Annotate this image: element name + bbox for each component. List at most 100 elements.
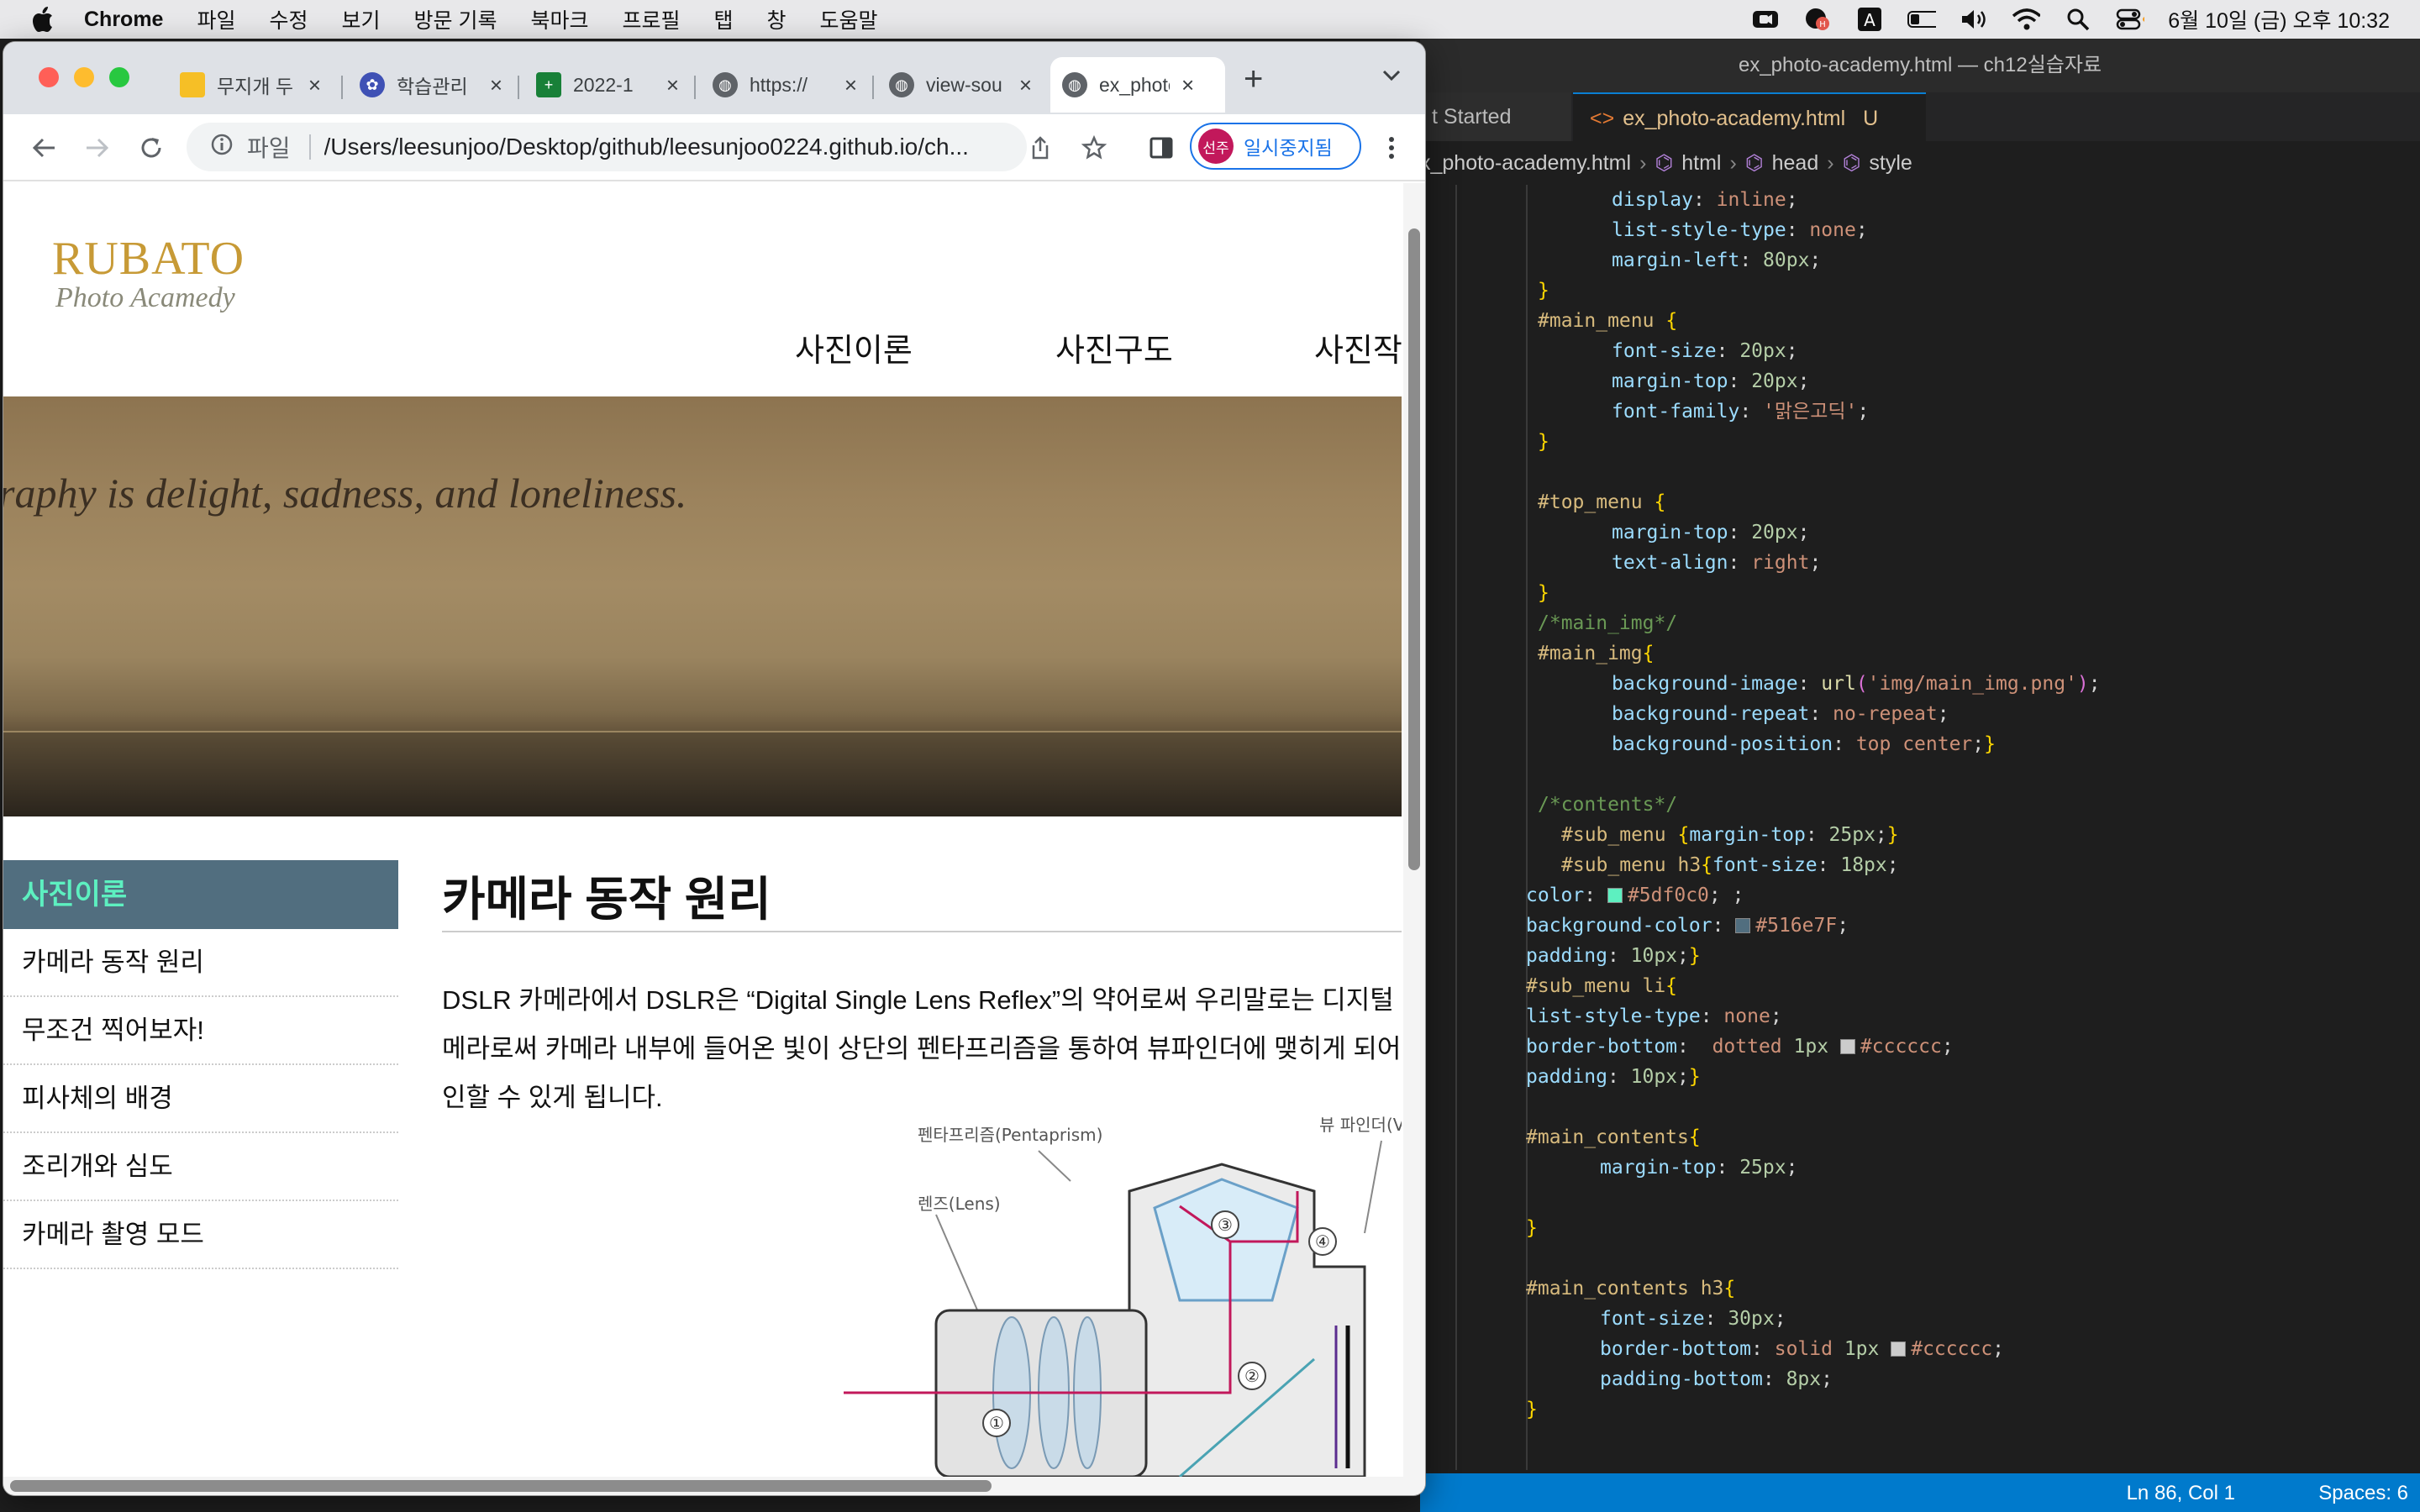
label-viewfinder: 뷰 파인더(V <box>1319 1116 1402 1135</box>
code-line: padding: 10px;} <box>1526 945 1701 967</box>
input-source-icon[interactable]: A <box>1855 8 1884 31</box>
close-icon[interactable]: × <box>844 72 857 98</box>
paragraph-line: 메라로써 카메라 내부에 들어온 빛이 상단의 펜타프리즘을 통하여 뷰파인더에… <box>442 1034 1402 1063</box>
sub-menu-item[interactable]: 조리개와 심도 <box>3 1133 398 1201</box>
tab-4[interactable]: ◍ https:// × <box>701 57 869 113</box>
profile-paused-button[interactable]: 선주 일시중지됨 <box>1190 123 1361 170</box>
app-name[interactable]: Chrome <box>84 8 163 32</box>
color-swatch[interactable] <box>1839 1039 1855 1054</box>
tab-label: t Started <box>1432 105 1512 129</box>
wifi-icon[interactable] <box>2012 8 2041 31</box>
breadcrumb-html[interactable]: html <box>1681 151 1721 176</box>
new-tab-button[interactable]: + <box>1244 60 1263 98</box>
code-editor[interactable]: display: inline; list-style-type: none; … <box>1420 185 2420 1512</box>
top-menu-composition[interactable]: 사진구도 <box>1055 324 1173 370</box>
more-menu-icon[interactable] <box>1375 131 1408 165</box>
battery-icon[interactable] <box>1907 8 1937 31</box>
site-logo-title[interactable]: RUBATO <box>52 232 245 286</box>
spotlight-icon[interactable] <box>2064 8 2092 31</box>
code-line: margin-left: 80px; <box>1612 249 1822 271</box>
minimize-window-button[interactable] <box>74 67 94 87</box>
sub-menu-item[interactable]: 무조건 찍어보자! <box>3 997 398 1065</box>
label-pentaprism: 펜타프리즘(Pentaprism) <box>918 1125 1102 1145</box>
side-panel-icon[interactable] <box>1144 131 1178 165</box>
site-logo-subtitle[interactable]: Photo Acamedy <box>55 282 235 314</box>
menu-help[interactable]: 도움말 <box>820 4 878 34</box>
vscode-tab-get-started[interactable]: t Started <box>1420 92 1571 141</box>
tab-1[interactable]: 무지개 두 × <box>168 57 333 113</box>
breadcrumb-style[interactable]: style <box>1869 151 1912 176</box>
top-menu-theory[interactable]: 사진이론 <box>795 324 913 370</box>
clock[interactable]: 6월 10일 (금) 오후 10:32 <box>2168 4 2390 34</box>
code-line: background-color: #516e7F; <box>1526 915 1849 937</box>
menu-view[interactable]: 보기 <box>342 4 381 34</box>
vertical-scroll-thumb[interactable] <box>1408 228 1420 870</box>
tab-5[interactable]: ◍ view-sou × <box>877 57 1044 113</box>
address-bar[interactable]: 파일 /Users/leesunjoo/Desktop/github/leesu… <box>187 123 1027 171</box>
sub-menu-item[interactable]: 피사체의 배경 <box>3 1065 398 1133</box>
forward-arrow-icon[interactable] <box>81 131 114 165</box>
menu-history[interactable]: 방문 기록 <box>414 4 497 34</box>
close-window-button[interactable] <box>39 67 59 87</box>
hero-tagline: raphy is delight, sadness, and lonelines… <box>3 470 687 517</box>
globe-icon: ◍ <box>713 72 738 97</box>
menu-bookmarks[interactable]: 북마크 <box>530 4 588 34</box>
top-menu-works[interactable]: 사진작 <box>1314 324 1402 370</box>
color-swatch[interactable] <box>1891 1341 1907 1357</box>
bookmark-star-icon[interactable] <box>1077 131 1111 165</box>
code-line: /*main_img*/ <box>1538 612 1678 634</box>
marker-3-label: ③ <box>1218 1215 1233 1235</box>
code-line: display: inline; <box>1612 189 1798 211</box>
indentation[interactable]: Spaces: 6 <box>2318 1482 2408 1505</box>
color-swatch[interactable] <box>1607 888 1623 903</box>
close-icon[interactable]: × <box>490 72 502 98</box>
code-line: #main_contents{ <box>1526 1126 1701 1148</box>
notification-icon[interactable]: H <box>1803 8 1832 31</box>
video-icon[interactable] <box>1751 8 1780 31</box>
code-line: #sub_menu {margin-top: 25px;} <box>1561 824 1899 846</box>
tab-label: ex_photo-academy.html <box>1623 107 1846 130</box>
close-icon[interactable]: × <box>308 72 321 98</box>
back-arrow-icon[interactable] <box>27 131 60 165</box>
menu-profiles[interactable]: 프로필 <box>622 4 680 34</box>
symbol-icon: ⌬ <box>1744 151 1764 175</box>
control-center-icon[interactable] <box>2116 8 2145 31</box>
apple-logo-icon[interactable] <box>30 6 54 33</box>
tab-active[interactable]: ◍ ex_photo × <box>1050 57 1225 113</box>
volume-icon[interactable] <box>1960 8 1988 31</box>
close-icon[interactable]: × <box>1181 72 1194 98</box>
label-lens: 렌즈(Lens) <box>918 1194 1001 1214</box>
code-line: #sub_menu h3{font-size: 18px; <box>1561 854 1899 876</box>
sub-menu-item[interactable]: 카메라 촬영 모드 <box>3 1201 398 1269</box>
close-icon[interactable]: × <box>1019 72 1032 98</box>
share-icon[interactable] <box>1023 131 1057 165</box>
content-heading: 카메라 동작 원리 <box>442 873 771 926</box>
code-line: } <box>1526 1399 1538 1420</box>
breadcrumb-head[interactable]: head <box>1772 151 1819 176</box>
tab-2[interactable]: ✿ 학습관리 × <box>348 57 514 113</box>
web-page: RUBATO Photo Acamedy 사진이론 사진구도 사진작 raphy… <box>3 183 1402 1477</box>
vscode-tab-bar: t Started <>ex_photo-academy.html U ✕ <box>1420 92 2420 179</box>
url-text[interactable]: /Users/leesunjoo/Desktop/github/leesunjo… <box>324 134 997 160</box>
menu-window[interactable]: 창 <box>767 4 786 34</box>
breadcrumb-file[interactable]: x_photo-academy.html <box>1420 151 1631 176</box>
divider <box>308 134 311 160</box>
menu-edit[interactable]: 수정 <box>269 4 308 34</box>
menu-tab[interactable]: 탭 <box>714 4 734 34</box>
sub-menu-title: 사진이론 <box>3 860 398 929</box>
code-line: font-size: 20px; <box>1612 340 1798 362</box>
tab-search-chevron-icon[interactable] <box>1381 69 1402 87</box>
menu-file[interactable]: 파일 <box>197 4 235 34</box>
paragraph-line: DSLR 카메라에서 DSLR은 “Digital Single Lens Re… <box>442 985 1402 1015</box>
tab-title: 학습관리 <box>397 76 468 97</box>
sub-menu-item[interactable]: 카메라 동작 원리 <box>3 929 398 997</box>
info-icon[interactable] <box>210 133 234 162</box>
cursor-position[interactable]: Ln 86, Col 1 <box>2127 1482 2235 1505</box>
zoom-window-button[interactable] <box>109 67 129 87</box>
vscode-tab-active-file[interactable]: <>ex_photo-academy.html U ✕ <box>1573 92 1926 179</box>
close-icon[interactable]: × <box>666 72 679 98</box>
reload-icon[interactable] <box>134 131 168 165</box>
color-swatch[interactable] <box>1735 918 1751 933</box>
tab-3[interactable]: + 2022-1 × <box>524 57 691 113</box>
horizontal-scroll-thumb[interactable] <box>10 1480 992 1492</box>
